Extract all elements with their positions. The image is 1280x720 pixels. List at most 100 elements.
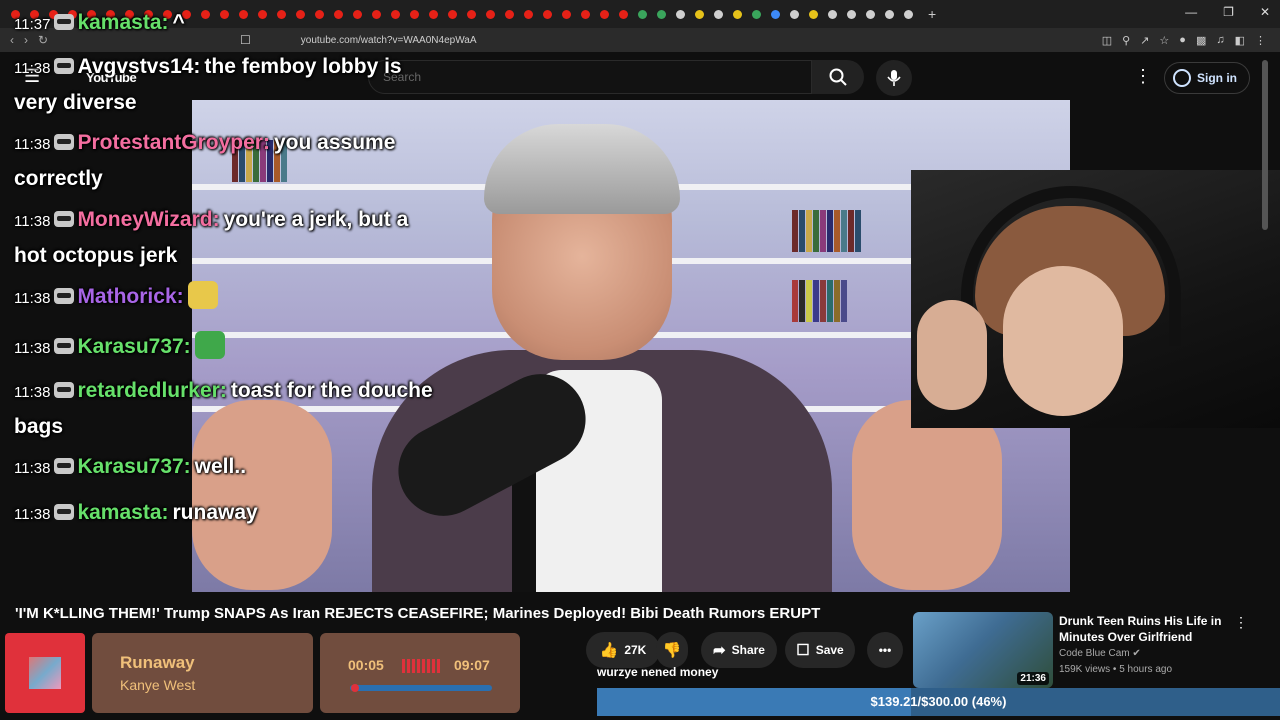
microphone-icon [887,70,901,86]
video-title: 'I'M K*LLING THEM!' Trump SNAPS As Iran … [15,605,821,622]
chat-username[interactable]: Avgvstvs14: [77,55,200,78]
song-artist: Kanye West [120,677,196,693]
zoom-icon[interactable]: ⚲ [1122,34,1130,47]
browser-tab[interactable] [880,5,899,24]
sidebar-icon[interactable]: ◧ [1235,34,1245,47]
video-duration: 21:36 [1017,672,1049,685]
tab-favicon-icon [695,9,704,19]
browser-tab[interactable] [519,5,538,24]
browser-tab[interactable] [842,5,861,24]
cast-icon[interactable]: ◫ [1102,34,1112,47]
dislike-button[interactable]: 👎 [656,632,688,668]
chat-username[interactable]: Karasu737: [77,455,190,478]
chat-emote-icon [194,331,225,359]
upload-age: 5 hours ago [1119,664,1173,675]
host-right-hand [852,400,1002,590]
tab-favicon-icon [904,9,913,19]
browser-tab[interactable] [443,5,462,24]
recommended-more-icon[interactable]: ⋮ [1234,614,1248,631]
chat-username[interactable]: Karasu737: [77,335,190,358]
browser-tab[interactable] [899,5,918,24]
song-progress-bar [350,684,492,692]
new-tab-button[interactable]: + [928,6,936,22]
browser-tab[interactable] [823,5,842,24]
account-icon [1173,69,1191,87]
search-icon [829,68,847,86]
chat-message: 11:38 kamasta: runaway [14,496,434,532]
tab-favicon-icon [505,9,514,19]
page-scrollbar[interactable] [1262,60,1268,230]
user-badge-icon [54,338,75,354]
tab-favicon-icon [581,9,590,19]
share-label: Share [731,643,765,657]
user-badge-icon [54,134,75,150]
save-label: Save [815,643,844,657]
share-page-icon[interactable]: ↗ [1140,34,1149,47]
browser-tab[interactable] [747,5,766,24]
chat-username[interactable]: kamasta: [77,11,168,34]
browser-tab[interactable] [652,5,671,24]
browser-tab[interactable] [671,5,690,24]
menu-icon[interactable]: ⋮ [1255,34,1266,47]
sign-in-button[interactable]: Sign in [1164,62,1250,94]
browser-tab[interactable] [766,5,785,24]
browser-tab[interactable] [633,5,652,24]
browser-tab[interactable] [481,5,500,24]
chat-timestamp: 11:38 [14,290,51,307]
voice-search-button[interactable] [876,60,912,96]
close-icon[interactable]: ✕ [1260,5,1270,19]
browser-tab[interactable] [557,5,576,24]
extension-icon[interactable]: ● [1179,34,1186,47]
elapsed-time: 00:05 [348,657,384,673]
recommended-video-thumbnail[interactable]: 21:36 [913,612,1053,688]
browser-tab[interactable] [690,5,709,24]
browser-tab[interactable] [538,5,557,24]
browser-tab[interactable] [785,5,804,24]
maximize-icon[interactable]: ❐ [1223,5,1234,19]
chat-timestamp: 11:38 [14,60,51,77]
browser-tab[interactable] [614,5,633,24]
chat-username[interactable]: kamasta: [77,501,168,524]
chat-username[interactable]: retardedlurker: [77,379,226,402]
star-icon[interactable]: ☆ [1159,34,1169,47]
recommended-video-title[interactable]: Drunk Teen Ruins His Life in Minutes Ove… [1059,613,1229,645]
tab-favicon-icon [866,9,875,19]
browser-tab[interactable] [462,5,481,24]
more-actions-button[interactable]: ••• [867,632,903,668]
channel-name: Code Blue Cam [1059,648,1130,659]
song-progress-knob [351,684,360,692]
browser-tab[interactable] [576,5,595,24]
recommended-channel[interactable]: Code Blue Cam ✔ [1059,648,1141,659]
chat-message: 11:38 Avgvstvs14: the femboy lobby is very… [14,50,434,120]
chat-username[interactable]: MoneyWizard: [77,208,219,231]
browser-tab[interactable] [861,5,880,24]
tab-favicon-icon [828,9,837,19]
song-title: Runaway [120,653,195,672]
tab-favicon-icon [809,9,818,19]
search-button[interactable] [812,60,864,94]
puzzle-icon[interactable]: ▩ [1196,34,1206,47]
now-playing-info: Runaway Kanye West [92,633,313,713]
browser-tab[interactable] [709,5,728,24]
browser-tab[interactable] [804,5,823,24]
music-note-icon[interactable]: ♫ [1216,34,1224,47]
chat-text: ^ [172,11,185,34]
save-button[interactable]: ☐ Save [785,632,855,668]
like-count: 27K [624,643,647,657]
tab-favicon-icon [790,9,799,19]
equalizer-icon [402,659,442,673]
headset [961,186,1181,346]
chat-username[interactable]: Mathorick: [77,285,183,308]
browser-tab[interactable] [500,5,519,24]
like-button[interactable]: 👍 27K [586,632,660,668]
chat-message: 11:38 Karasu737: well.. [14,450,434,486]
browser-tab[interactable] [595,5,614,24]
share-icon: ➦ [713,642,726,659]
chat-username[interactable]: ProtestantGroyper: [77,131,270,154]
chat-timestamp: 11:38 [14,506,51,523]
share-button[interactable]: ➦ Share [701,632,777,668]
minimize-icon[interactable]: — [1185,5,1197,19]
settings-kebab-icon[interactable]: ⋮ [1134,66,1152,87]
browser-tab[interactable] [728,5,747,24]
now-playing-timer: 00:05 09:07 [320,633,520,713]
